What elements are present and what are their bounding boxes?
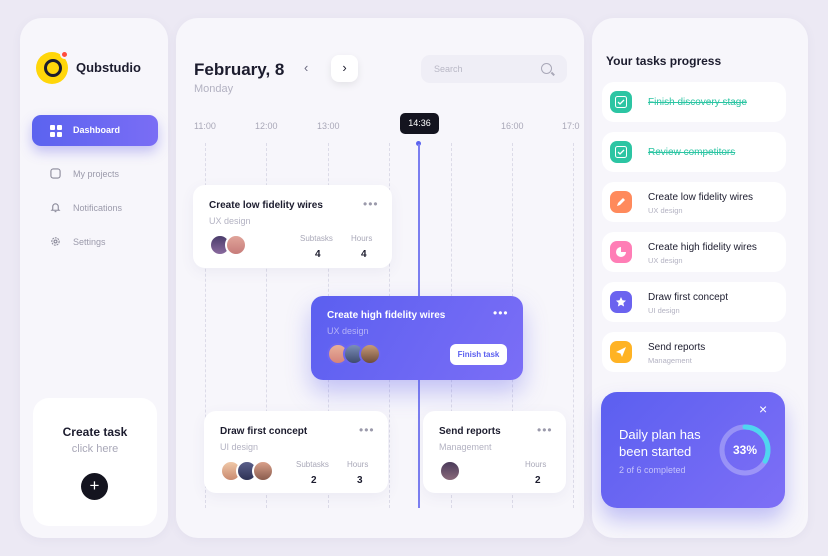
grid-line [573, 143, 574, 508]
hours-label: Hours [347, 460, 369, 469]
avatar [439, 460, 461, 482]
close-icon[interactable]: × [759, 401, 767, 417]
progress-ring: 33% [717, 422, 773, 478]
daily-plan-title: Daily plan has been started [619, 427, 701, 459]
progress-title: Your tasks progress [606, 54, 722, 68]
finish-task-button[interactable]: Finish task [450, 344, 507, 365]
task-title: Create high fidelity wires [327, 310, 446, 321]
task-title: Create low fidelity wires [209, 200, 323, 211]
more-icon[interactable]: ••• [363, 197, 379, 211]
task-card-send-reports[interactable]: Send reports Management ••• Hours 2 [423, 411, 566, 493]
grid-icon [50, 125, 62, 137]
more-icon[interactable]: ••• [537, 423, 553, 437]
time-label: 17:0 [562, 121, 580, 131]
weekday-label: Monday [194, 83, 234, 95]
progress-item-category: UX design [648, 256, 683, 265]
sidebar-item-label: Dashboard [73, 125, 121, 135]
brand-logo-dot [60, 50, 69, 59]
progress-item-title: Send reports [648, 342, 706, 353]
send-icon [610, 341, 632, 363]
subtasks-label: Subtasks [300, 234, 333, 243]
hours-label: Hours [351, 234, 373, 243]
gear-icon [51, 237, 60, 246]
daily-plan-completed: 2 of 6 completed [619, 465, 686, 475]
next-day-button[interactable]: › [331, 55, 358, 82]
check-icon [610, 141, 632, 163]
progress-item-low-fidelity[interactable]: Create low fidelity wires UX design [602, 182, 786, 222]
star-icon [610, 291, 632, 313]
task-card-high-fidelity[interactable]: Create high fidelity wires UX design •••… [311, 296, 523, 380]
sidebar-item-dashboard[interactable]: Dashboard [32, 115, 158, 146]
hours-value: 2 [535, 475, 541, 486]
search-icon[interactable] [541, 63, 552, 74]
time-label: 11:00 [194, 121, 216, 131]
hours-label: Hours [525, 460, 547, 469]
create-task-title: Create task [62, 425, 128, 439]
more-icon[interactable]: ••• [493, 306, 509, 320]
progress-item-discovery[interactable]: Finish discovery stage [602, 82, 786, 122]
hours-value: 4 [361, 249, 367, 260]
task-card-first-concept[interactable]: Draw first concept UI design ••• Subtask… [204, 411, 388, 493]
progress-item-category: Management [648, 356, 692, 365]
avatar [252, 460, 274, 482]
bell-icon [50, 203, 61, 213]
progress-item-high-fidelity[interactable]: Create high fidelity wires UX design [602, 232, 786, 272]
progress-item-title: Create high fidelity wires [648, 242, 757, 253]
subtasks-label: Subtasks [296, 460, 329, 469]
prev-day-button[interactable]: ‹ [304, 60, 308, 75]
sidebar-item-label: Notifications [73, 203, 123, 213]
avatar [359, 343, 381, 365]
task-category: UI design [220, 442, 259, 452]
progress-item-title: Review competitors [648, 147, 736, 158]
current-time-badge: 14:36 [400, 113, 439, 134]
check-icon [610, 91, 632, 113]
time-label: 13:00 [317, 121, 340, 131]
subtasks-value: 4 [315, 249, 321, 260]
progress-item-first-concept[interactable]: Draw first concept UI design [602, 282, 786, 322]
task-title: Send reports [439, 426, 501, 437]
progress-item-title: Create low fidelity wires [648, 192, 754, 203]
folder-icon [50, 168, 61, 179]
task-category: UX design [327, 326, 369, 336]
progress-item-category: UX design [648, 206, 683, 215]
add-task-button[interactable]: + [81, 473, 108, 500]
task-category: UX design [209, 216, 251, 226]
progress-item-competitors[interactable]: Review competitors [602, 132, 786, 172]
sidebar-item-label: My projects [73, 169, 120, 179]
sidebar: Qubstudio Dashboard My projects Notifica… [20, 18, 168, 538]
sidebar-item-label: Settings [73, 237, 106, 247]
schedule-panel: February, 8 Monday ‹ › 11:00 12:00 13:00… [176, 18, 584, 538]
daily-plan-card: × Daily plan has been started 2 of 6 com… [601, 392, 785, 508]
progress-percent: 33% [732, 443, 758, 457]
progress-item-send-reports[interactable]: Send reports Management [602, 332, 786, 372]
task-card-low-fidelity[interactable]: Create low fidelity wires UX design ••• … [193, 185, 392, 268]
progress-item-title: Draw first concept [648, 292, 729, 303]
avatar [225, 234, 247, 256]
subtasks-value: 2 [311, 475, 317, 486]
create-task-subtitle: click here [71, 443, 119, 455]
task-title: Draw first concept [220, 426, 308, 437]
progress-panel: Your tasks progress Finish discovery sta… [592, 18, 808, 538]
brand-name: Qubstudio [76, 60, 141, 75]
progress-item-category: UI design [648, 306, 680, 315]
pencil-icon [610, 191, 632, 213]
pie-chart-icon [610, 241, 632, 263]
time-label: 16:00 [501, 121, 524, 131]
progress-item-title: Finish discovery stage [648, 97, 747, 108]
task-category: Management [439, 442, 492, 452]
more-icon[interactable]: ••• [359, 423, 375, 437]
time-label: 12:00 [255, 121, 278, 131]
page-title: February, 8 [194, 60, 285, 79]
hours-value: 3 [357, 475, 363, 486]
create-task-card[interactable]: Create task click here + [33, 398, 157, 526]
